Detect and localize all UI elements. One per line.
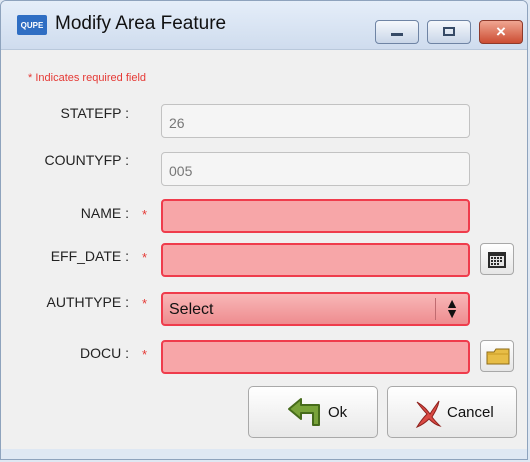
name-field[interactable] <box>161 199 470 233</box>
eff-date-required-marker: * <box>142 250 148 265</box>
maximize-icon <box>443 27 455 36</box>
ok-button[interactable]: Ok <box>248 386 378 438</box>
minimize-button[interactable] <box>375 20 419 44</box>
title-bar: QUPE Modify Area Feature × <box>1 1 527 50</box>
authtype-label: AUTHTYPE : <box>46 294 129 310</box>
maximize-button[interactable] <box>427 20 471 44</box>
green-arrow-icon <box>288 398 320 426</box>
eff-date-label: EFF_DATE : <box>50 248 129 264</box>
close-icon: × <box>496 22 506 41</box>
authtype-select[interactable]: Select ▲ ▼ <box>161 292 470 326</box>
authtype-required-marker: * <box>142 296 148 311</box>
app-icon: QUPE <box>17 15 47 35</box>
docu-field[interactable] <box>161 340 470 374</box>
name-required-marker: * <box>142 207 148 222</box>
close-button[interactable]: × <box>479 20 523 44</box>
cancel-label: Cancel <box>447 404 494 421</box>
countyfp-field[interactable]: 005 <box>161 152 470 186</box>
folder-icon <box>486 348 510 365</box>
docu-required-marker: * <box>142 347 148 362</box>
red-x-icon <box>415 400 442 428</box>
select-arrows-icon: ▲ ▼ <box>445 295 459 321</box>
select-divider <box>435 298 436 320</box>
authtype-selected-value: Select <box>169 301 214 318</box>
window-title: Modify Area Feature <box>55 13 227 34</box>
statefp-field[interactable]: 26 <box>161 104 470 138</box>
ok-label: Ok <box>328 404 348 421</box>
statefp-label: STATEFP : <box>60 105 129 121</box>
required-field-note: * Indicates required field <box>28 72 147 84</box>
browse-folder-button[interactable] <box>480 340 514 372</box>
modify-area-feature-dialog: QUPE Modify Area Feature × * Indicates r… <box>0 0 528 460</box>
eff-date-field[interactable] <box>161 243 470 277</box>
minimize-icon <box>391 33 403 36</box>
docu-label: DOCU : <box>80 345 129 361</box>
name-label: NAME : <box>80 205 129 221</box>
cancel-button[interactable]: Cancel <box>387 386 517 438</box>
window-bottom-border <box>1 449 527 459</box>
countyfp-label: COUNTYFP : <box>44 152 129 168</box>
calendar-button[interactable] <box>480 243 514 275</box>
calendar-icon <box>488 252 506 268</box>
